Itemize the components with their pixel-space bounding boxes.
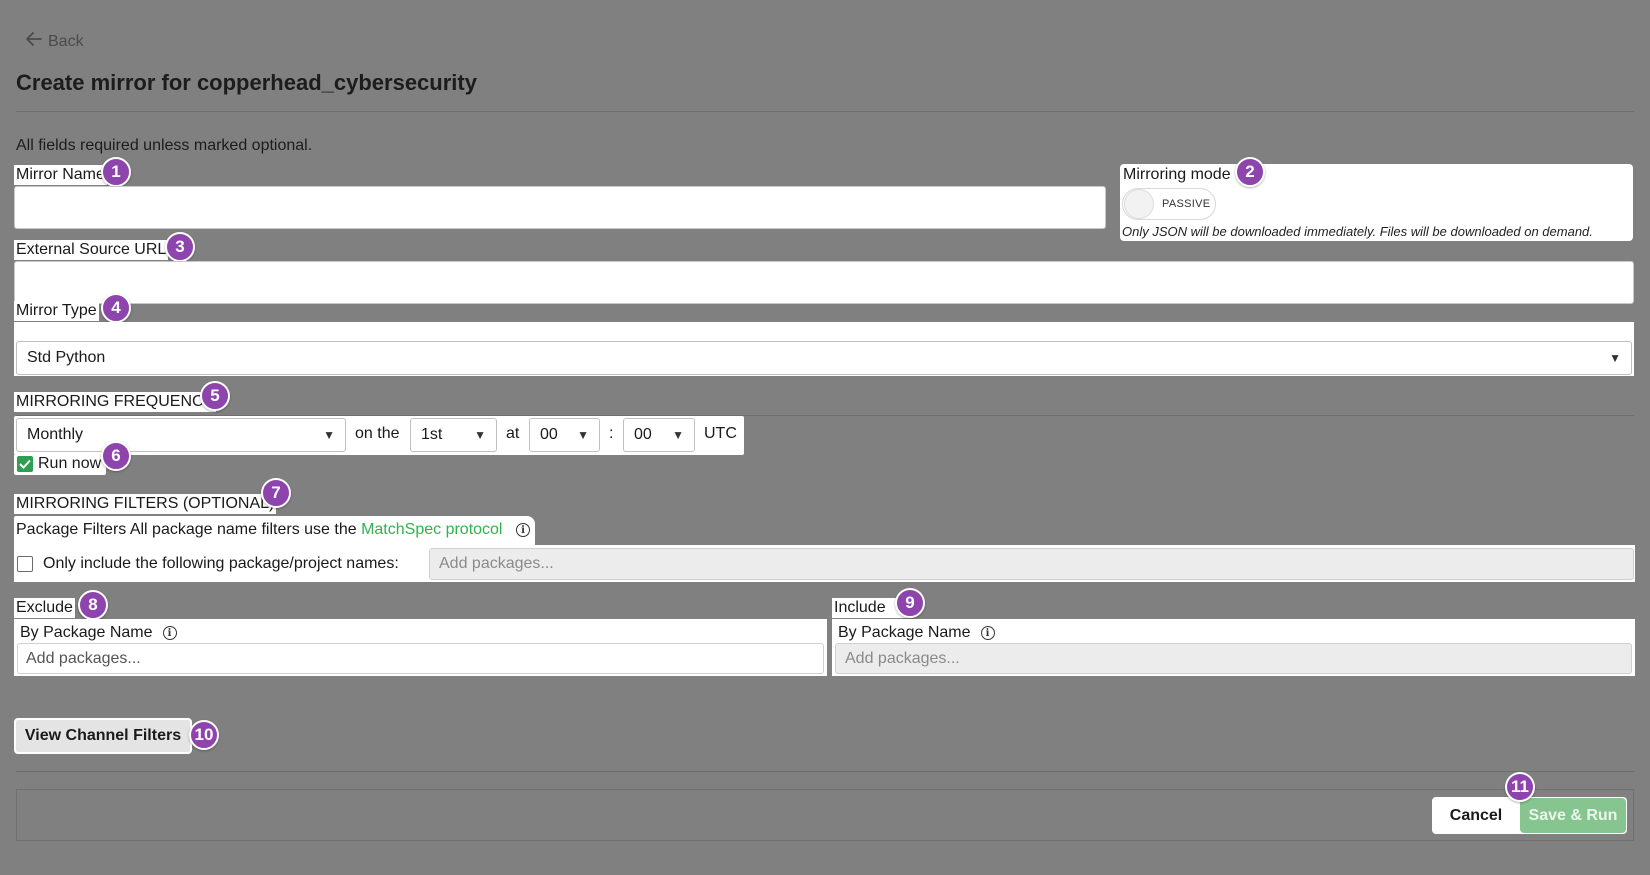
chevron-down-icon: ▼ xyxy=(1609,351,1621,365)
required-note: All fields required unless marked option… xyxy=(16,137,313,154)
only-include-label: Only include the following package/proje… xyxy=(43,555,399,572)
exclude-label: Exclude xyxy=(14,598,75,618)
arrow-left-icon xyxy=(26,32,42,51)
annotation-badge-2: 2 xyxy=(1235,157,1265,187)
exclude-packages-input[interactable]: Add packages... xyxy=(17,643,824,674)
at-text: at xyxy=(506,425,520,442)
run-now-checkbox[interactable] xyxy=(17,456,33,472)
mirroring-mode-toggle[interactable]: PASSIVE xyxy=(1122,188,1216,220)
frequency-period-select[interactable]: Monthly ▼ xyxy=(16,418,346,452)
frequency-period-value: Monthly xyxy=(27,426,84,443)
mirroring-mode-help: Only JSON will be downloaded immediately… xyxy=(1122,224,1593,239)
filters-heading: MIRRORING FILTERS (OPTIONAL) xyxy=(14,494,277,514)
frequency-day-value: 1st xyxy=(421,426,443,443)
annotation-badge-9: 9 xyxy=(895,588,925,618)
page-title: Create mirror for copperhead_cybersecuri… xyxy=(16,70,477,95)
utc-text: UTC xyxy=(704,425,737,442)
annotation-badge-7: 7 xyxy=(261,478,291,508)
exclude-by-row: By Package Name i xyxy=(20,624,177,642)
include-packages-input[interactable]: Add packages... xyxy=(835,643,1632,674)
annotation-badge-11: 11 xyxy=(1505,772,1535,802)
chevron-down-icon: ▼ xyxy=(577,428,589,442)
on-the-text: on the xyxy=(355,425,400,442)
frequency-hour-select[interactable]: 00 ▼ xyxy=(529,418,600,452)
exclude-by-label: By Package Name xyxy=(20,624,153,641)
matchspec-link[interactable]: MatchSpec protocol xyxy=(361,521,502,538)
frequency-day-select[interactable]: 1st ▼ xyxy=(410,418,497,452)
external-source-label: External Source URL xyxy=(14,240,169,260)
footer-bar xyxy=(16,789,1634,841)
mirror-name-label: Mirror Name xyxy=(14,165,107,185)
package-filters-label: Package Filters xyxy=(16,521,127,538)
chevron-down-icon: ▼ xyxy=(474,428,486,442)
frequency-heading: MIRRORING FREQUENCY xyxy=(14,392,217,412)
frequency-minute-select[interactable]: 00 ▼ xyxy=(623,418,695,452)
annotation-badge-1: 1 xyxy=(101,157,131,187)
info-icon[interactable]: i xyxy=(516,523,530,537)
mirror-type-value: Std Python xyxy=(27,349,106,366)
annotation-badge-8: 8 xyxy=(78,590,108,620)
toggle-text: PASSIVE xyxy=(1162,198,1211,210)
annotation-badge-4: 4 xyxy=(101,293,131,323)
include-by-row: By Package Name i xyxy=(838,624,995,642)
frequency-hour-value: 00 xyxy=(540,426,558,443)
mirroring-mode-label: Mirroring mode xyxy=(1123,166,1231,183)
annotation-badge-6: 6 xyxy=(101,441,131,471)
mirror-type-label: Mirror Type xyxy=(14,301,99,321)
cancel-button[interactable]: Cancel xyxy=(1433,798,1519,833)
only-include-input[interactable]: Add packages... xyxy=(429,548,1634,580)
checkmark-icon xyxy=(19,459,31,469)
mirror-name-input[interactable] xyxy=(14,186,1106,229)
chevron-down-icon: ▼ xyxy=(323,428,335,442)
external-source-input[interactable] xyxy=(14,261,1634,304)
annotation-badge-5: 5 xyxy=(200,381,230,411)
only-include-checkbox[interactable] xyxy=(17,556,33,572)
info-icon[interactable]: i xyxy=(162,626,177,640)
toggle-knob xyxy=(1124,189,1154,219)
frequency-minute-value: 00 xyxy=(634,426,652,443)
package-filters-desc: All package name filters use the xyxy=(129,521,357,538)
package-filters-line: Package Filters All package name filters… xyxy=(16,521,502,539)
include-by-label: By Package Name xyxy=(838,624,971,641)
annotation-badge-10: 10 xyxy=(189,720,219,750)
annotation-badge-3: 3 xyxy=(165,232,195,262)
footer-divider xyxy=(16,771,1634,772)
title-divider xyxy=(16,111,1634,112)
save-and-run-button[interactable]: Save & Run xyxy=(1520,798,1626,833)
colon-text: : xyxy=(609,425,614,442)
run-now-label: Run now xyxy=(38,455,102,472)
info-icon[interactable]: i xyxy=(980,626,995,640)
back-label: Back xyxy=(48,32,84,50)
back-link[interactable]: Back xyxy=(26,32,84,51)
view-channel-filters-button[interactable]: View Channel Filters xyxy=(14,718,192,754)
mirror-type-select[interactable]: Std Python ▼ xyxy=(16,341,1632,375)
chevron-down-icon: ▼ xyxy=(672,428,684,442)
